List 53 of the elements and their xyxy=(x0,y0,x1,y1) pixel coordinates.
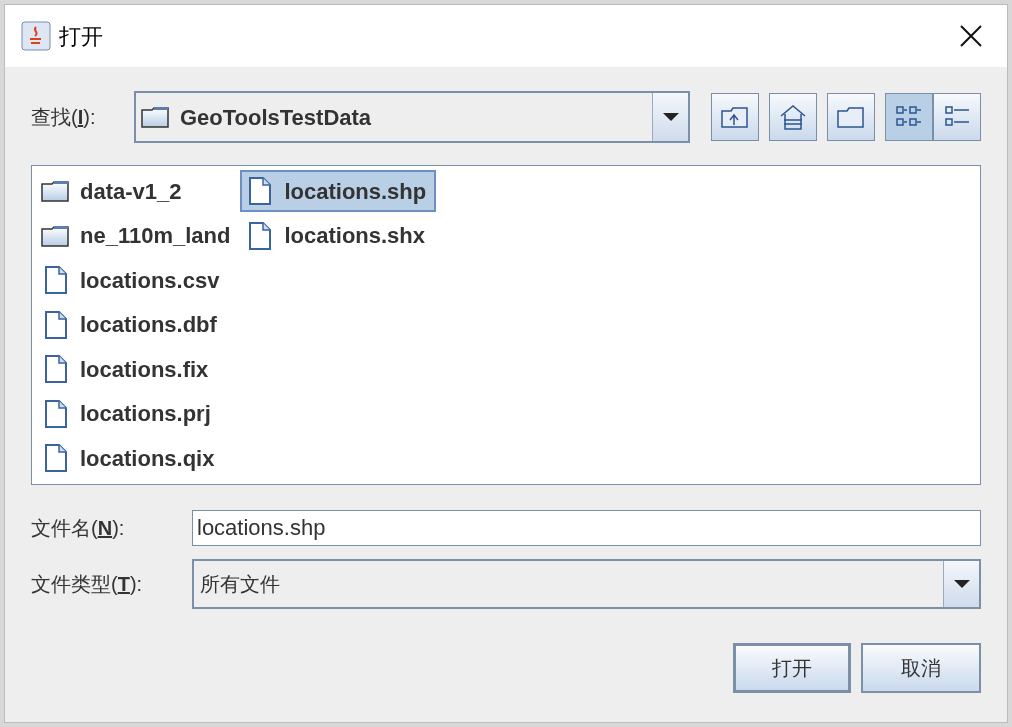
file-list-item[interactable]: data-v1_2 xyxy=(36,170,241,212)
folder-icon xyxy=(140,105,172,129)
file-icon xyxy=(44,398,68,429)
open-button[interactable]: 打开 xyxy=(733,643,851,693)
home-icon xyxy=(778,103,808,131)
home-button[interactable] xyxy=(769,93,817,141)
file-name: locations.shp xyxy=(284,177,427,206)
file-list-item[interactable]: locations.shp xyxy=(240,170,437,212)
caret-icon xyxy=(661,112,680,122)
folder-icon xyxy=(836,105,866,129)
file-icon xyxy=(44,309,68,340)
file-name-label: 文件名(N): xyxy=(31,517,125,539)
file-list-item[interactable]: locations.fix xyxy=(36,348,241,391)
look-in-combo[interactable]: GeoToolsTestData xyxy=(134,91,690,143)
file-name: locations.dbf xyxy=(80,311,217,340)
file-name: locations.fix xyxy=(80,355,209,384)
folder-name: GeoToolsTestData xyxy=(180,103,372,132)
up-button[interactable] xyxy=(711,93,759,141)
file-icon xyxy=(44,354,68,385)
file-list-item[interactable]: locations.prj xyxy=(36,392,241,435)
file-name: ne_110m_land xyxy=(80,222,231,251)
file-name: data-v1_2 xyxy=(80,177,182,206)
file-icon xyxy=(248,176,273,206)
file-icon xyxy=(248,220,273,251)
look-in-label: 查找(I): xyxy=(31,106,96,128)
details-view-button[interactable] xyxy=(933,93,981,141)
close-icon xyxy=(960,25,982,47)
file-type-combo[interactable]: 所有文件 xyxy=(192,559,981,609)
cancel-button[interactable]: 取消 xyxy=(861,643,981,693)
folder-icon xyxy=(40,223,72,248)
dropdown-button[interactable] xyxy=(943,561,979,607)
dropdown-button[interactable] xyxy=(652,93,688,141)
file-name: locations.csv xyxy=(80,266,220,295)
file-icon xyxy=(44,265,68,296)
file-name: locations.shx xyxy=(284,222,426,251)
file-name: locations.qix xyxy=(80,444,215,473)
file-icon xyxy=(44,443,68,474)
folder-icon xyxy=(40,179,72,203)
file-type-label: 文件类型(T): xyxy=(31,573,143,595)
file-name: locations.prj xyxy=(80,400,211,429)
new-folder-button[interactable] xyxy=(827,93,875,141)
java-icon xyxy=(21,21,51,51)
file-list-item[interactable]: locations.qix xyxy=(36,437,241,480)
folder-up-icon xyxy=(720,105,750,129)
file-name-field[interactable]: locations.shp xyxy=(192,510,981,546)
file-list-item[interactable]: locations.dbf xyxy=(36,303,241,346)
file-list-item[interactable]: locations.shx xyxy=(240,214,437,257)
file-list-item[interactable]: locations.csv xyxy=(36,259,241,302)
file-list-item[interactable]: ne_110m_land xyxy=(36,214,241,257)
caret-icon xyxy=(952,579,971,589)
list-view-button[interactable] xyxy=(885,93,933,141)
file-type-value: 所有文件 xyxy=(199,572,281,597)
window-title: 打开 xyxy=(59,22,104,51)
